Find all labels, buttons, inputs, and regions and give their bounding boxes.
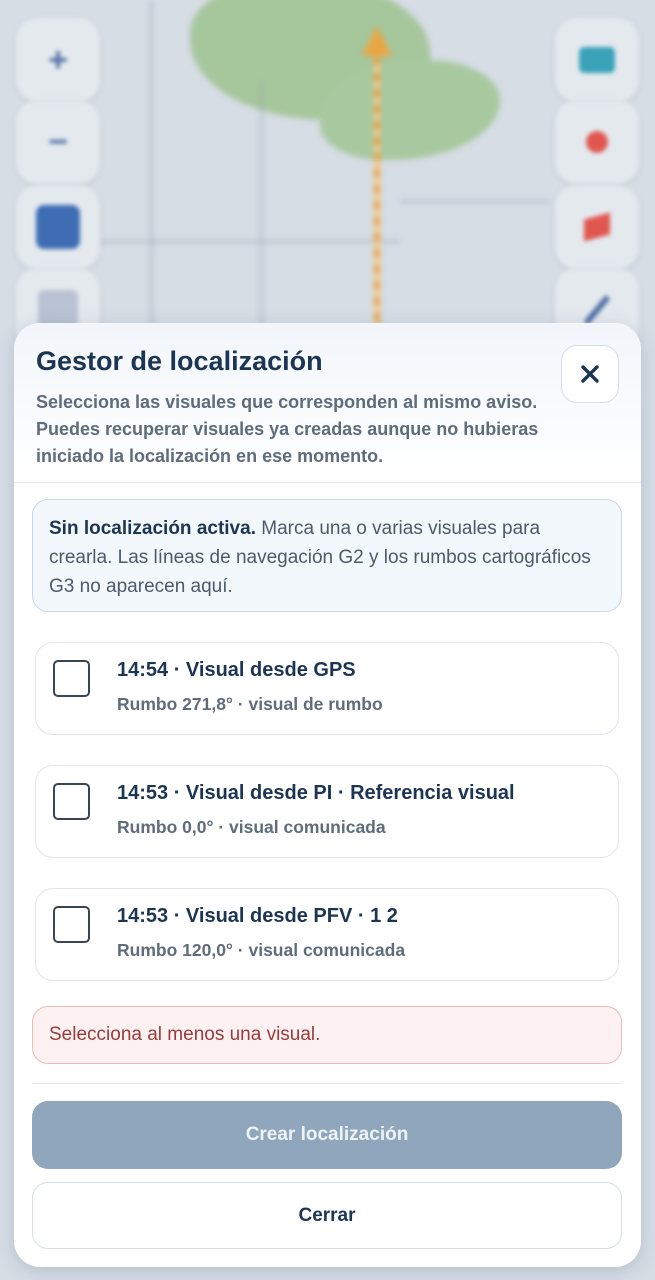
pen-icon <box>583 295 611 325</box>
close-dialog-button[interactable]: Cerrar <box>32 1182 622 1249</box>
info-notice: Sin localización activa. Marca una o var… <box>32 499 622 612</box>
validation-error: Selecciona al menos una visual. <box>32 1006 622 1064</box>
visual-checkbox[interactable] <box>53 783 90 820</box>
map-road <box>400 200 550 203</box>
visual-title: 14:54 · Visual desde GPS <box>117 659 356 681</box>
zoom-in-button[interactable]: + <box>16 18 100 102</box>
dialog-title: Gestor de localización <box>36 346 323 376</box>
dialog-description: Selecciona las visuales que corresponden… <box>36 392 539 466</box>
visual-subtitle: Rumbo 120,0° · visual comunicada <box>117 940 406 960</box>
pin-button[interactable] <box>555 100 639 184</box>
pin-icon <box>586 131 608 153</box>
create-location-button[interactable]: Crear localización <box>32 1101 622 1169</box>
flag-button[interactable] <box>555 185 639 269</box>
notice-strong: Sin localización activa. <box>49 518 256 539</box>
location-manager-dialog: Gestor de localización Selecciona las vi… <box>14 323 641 1267</box>
card-icon <box>579 47 615 73</box>
zoom-out-icon: − <box>48 122 68 161</box>
zoom-in-icon: + <box>48 40 68 79</box>
visual-item[interactable]: 14:53 · Visual desde PI · Referencia vis… <box>35 765 619 858</box>
visual-item[interactable]: 14:53 · Visual desde PFV · 1 2 Rumbo 120… <box>35 888 619 981</box>
visual-title: 14:53 · Visual desde PI · Referencia vis… <box>117 782 515 804</box>
visual-subtitle: Rumbo 0,0° · visual comunicada <box>117 817 386 837</box>
dialog-header: Gestor de localización Selecciona las vi… <box>14 323 641 483</box>
divider <box>32 1083 622 1084</box>
route-line <box>374 40 380 330</box>
flag-icon <box>584 212 610 242</box>
visual-checkbox[interactable] <box>53 660 90 697</box>
zoom-out-button[interactable]: − <box>16 100 100 184</box>
route-arrow <box>362 26 392 56</box>
card-button[interactable] <box>555 18 639 102</box>
visual-checkbox[interactable] <box>53 906 90 943</box>
map-road <box>100 240 400 243</box>
layers-button[interactable] <box>16 185 100 269</box>
map-road <box>260 80 263 330</box>
visual-title: 14:53 · Visual desde PFV · 1 2 <box>117 905 398 927</box>
close-button[interactable] <box>561 345 619 403</box>
close-icon <box>581 365 599 383</box>
visual-subtitle: Rumbo 271,8° · visual de rumbo <box>117 694 383 714</box>
map-road <box>150 0 153 330</box>
visual-item[interactable]: 14:54 · Visual desde GPS Rumbo 271,8° · … <box>35 642 619 735</box>
layers-icon <box>36 205 80 249</box>
